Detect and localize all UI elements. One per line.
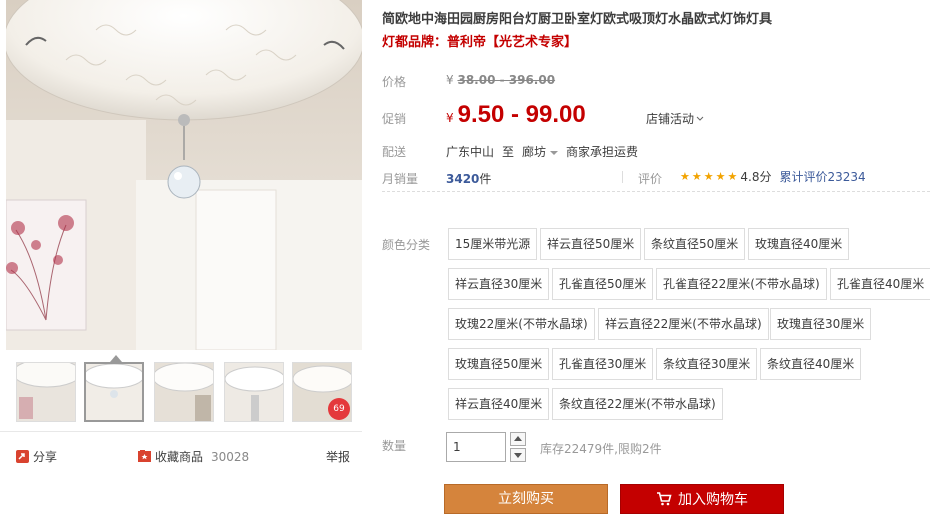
divider — [622, 171, 623, 183]
shipping-info: 广东中山 至 廊坊 商家承担运费 — [446, 143, 638, 160]
ship-fee: 商家承担运费 — [566, 145, 639, 159]
sku-option[interactable]: 玫瑰直径50厘米 — [448, 348, 550, 380]
gallery-actions: 分享 收藏商品 30028 举报 — [0, 440, 362, 476]
rating-label: 评价 — [638, 172, 663, 186]
sku-option[interactable]: 条纹直径30厘米 — [656, 348, 758, 380]
original-price-value: 38.00 - 396.00 — [457, 73, 556, 87]
star-icon: ★ — [680, 169, 690, 183]
star-icon: ★ — [715, 169, 726, 183]
sku-option[interactable]: 玫瑰直径30厘米 — [770, 308, 872, 340]
sku-option[interactable]: 条纹直径40厘米 — [760, 348, 862, 380]
share-label: 分享 — [33, 450, 58, 464]
favorite-button[interactable]: 收藏商品 30028 — [138, 448, 249, 465]
sku-option[interactable]: 孔雀直径50厘米 — [552, 268, 654, 300]
original-price: ¥ 38.00 - 396.00 — [446, 73, 555, 87]
product-gallery: 69 分享 收藏商品 30028 举报 — [0, 0, 362, 528]
main-product-image[interactable] — [6, 0, 362, 350]
thumbnail-1[interactable] — [16, 362, 76, 422]
rating-value: 4.8分 — [740, 170, 772, 184]
sku-option[interactable]: 祥云直径40厘米 — [448, 388, 550, 420]
sku-option[interactable]: 玫瑰22厘米(不带水晶球) — [448, 308, 595, 340]
star-icon: ★ — [727, 169, 738, 183]
thumbnail-2[interactable] — [84, 362, 144, 422]
original-currency: ¥ — [446, 73, 454, 87]
favorite-label: 收藏商品 — [155, 450, 204, 464]
thumbnail-3[interactable] — [154, 362, 214, 422]
ship-to: 廊坊 — [522, 145, 547, 159]
cart-icon — [657, 492, 672, 506]
promo-label: 促销 — [382, 112, 407, 126]
discount-badge: 69 — [328, 398, 350, 420]
quantity-increase-button[interactable] — [510, 432, 526, 446]
report-link[interactable]: 举报 — [326, 448, 350, 465]
rating-stars: ★ ★ ★ ★ ★ 4.8分 累计评价23234 — [680, 168, 866, 185]
favorite-count: 30028 — [211, 449, 250, 464]
share-button[interactable]: 分享 — [16, 448, 57, 465]
sku-option[interactable]: 孔雀直径22厘米(不带水晶球) — [656, 268, 827, 300]
selected-thumb-indicator — [110, 355, 122, 362]
sales-label: 月销量 — [382, 172, 419, 186]
promo-price: ¥9.50 - 99.00 — [446, 101, 586, 129]
sku-option[interactable]: 15厘米带光源 — [448, 228, 538, 260]
product-subtitle: 灯都品牌：普利帝【光艺术专家】 — [382, 35, 578, 50]
shipping-label: 配送 — [382, 145, 407, 159]
share-icon — [16, 450, 29, 463]
star-icon: ★ — [703, 169, 714, 183]
sku-option[interactable]: 玫瑰直径40厘米 — [748, 228, 850, 260]
color-options-label: 颜色分类 — [382, 238, 431, 252]
price-label: 价格 — [382, 75, 407, 89]
report-label: 举报 — [326, 450, 351, 464]
sku-option[interactable]: 条纹直径22厘米(不带水晶球) — [552, 388, 723, 420]
add-to-cart-label: 加入购物车 — [678, 492, 748, 508]
product-page: 69 分享 收藏商品 30028 举报 简欧地中海田园厨房阳台灯厨卫卧室灯欧式吸… — [0, 0, 930, 528]
store-event-dropdown[interactable]: 店铺活动 — [646, 110, 704, 127]
quantity-input[interactable] — [446, 432, 506, 462]
ship-from: 广东中山 — [446, 145, 495, 159]
chevron-down-icon — [696, 116, 704, 121]
add-to-cart-button[interactable]: 加入购物车 — [620, 484, 784, 514]
sku-option[interactable]: 孔雀直径40厘米 — [830, 268, 930, 300]
favorite-icon — [138, 450, 151, 462]
store-event-label: 店铺活动 — [646, 112, 695, 126]
promo-price-value: 9.50 - 99.00 — [457, 101, 586, 128]
sku-option[interactable]: 祥云直径50厘米 — [540, 228, 642, 260]
sales-count: 3420件 — [446, 170, 491, 187]
review-count-link[interactable]: 累计评价23234 — [779, 168, 865, 185]
quantity-decrease-button[interactable] — [510, 448, 526, 462]
quantity-label: 数量 — [382, 439, 407, 453]
sales-unit: 件 — [479, 172, 492, 186]
thumbnail-4[interactable] — [224, 362, 284, 422]
ship-to-select[interactable]: 廊坊 — [522, 143, 559, 160]
sales-row: 月销量 3420件 评价 ★ ★ ★ ★ ★ 4.8分 累计评价23234 — [382, 162, 930, 192]
stock-info: 库存22479件,限购2件 — [540, 442, 662, 456]
sku-option[interactable]: 祥云直径22厘米(不带水晶球) — [598, 308, 769, 340]
product-title: 简欧地中海田园厨房阳台灯厨卫卧室灯欧式吸顶灯水晶欧式灯饰灯具 — [382, 12, 773, 27]
thumbnail-strip: 69 — [0, 350, 362, 432]
sales-count-value: 3420 — [446, 172, 480, 186]
buy-now-button[interactable]: 立刻购买 — [444, 484, 608, 514]
star-icon: ★ — [691, 169, 702, 183]
product-info: 简欧地中海田园厨房阳台灯厨卫卧室灯欧式吸顶灯水晶欧式灯饰灯具 灯都品牌：普利帝【… — [382, 0, 930, 528]
promo-currency: ¥ — [446, 111, 454, 125]
caret-down-icon — [550, 150, 559, 155]
thumbnail-5[interactable]: 69 — [292, 362, 352, 422]
sku-option[interactable]: 条纹直径50厘米 — [644, 228, 746, 260]
ship-to-word: 至 — [502, 145, 515, 159]
sku-option[interactable]: 祥云直径30厘米 — [448, 268, 550, 300]
sku-option[interactable]: 孔雀直径30厘米 — [552, 348, 654, 380]
